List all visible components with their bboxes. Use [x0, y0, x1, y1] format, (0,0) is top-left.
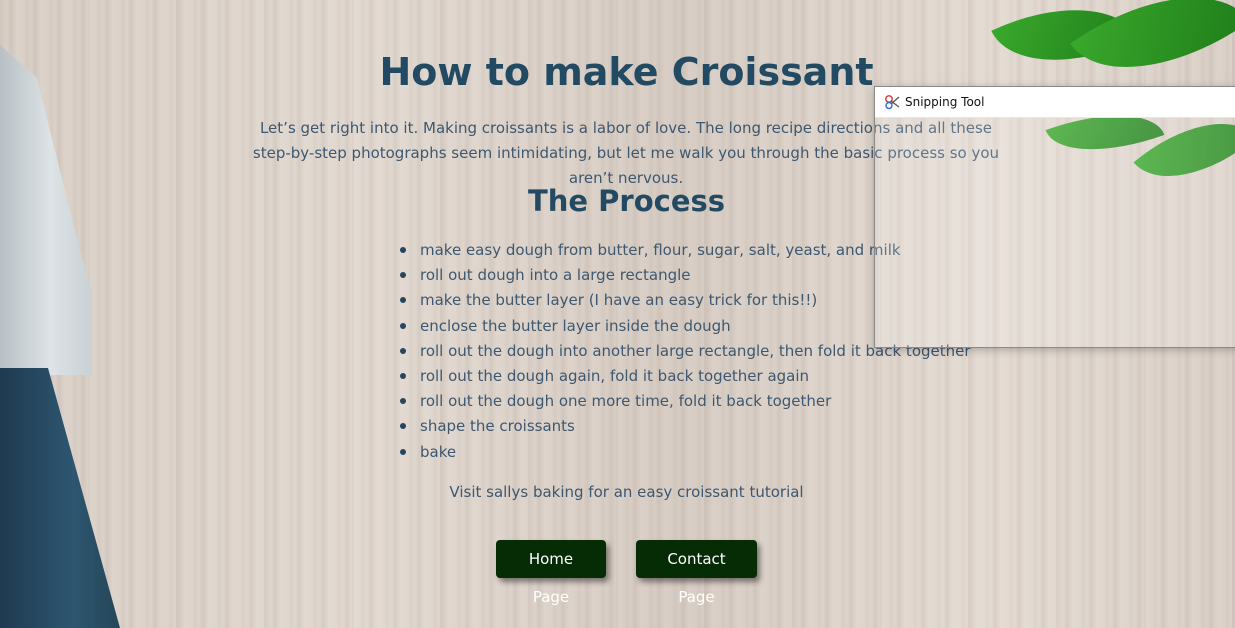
snipping-tool-window[interactable]: Snipping Tool — [874, 86, 1235, 348]
step-text: make the butter layer (I have an easy tr… — [420, 291, 818, 310]
step-text: roll out dough into a large rectangle — [420, 266, 691, 285]
bullet-icon — [400, 297, 406, 304]
scissors-icon — [884, 94, 900, 110]
list-item: roll out the dough again, fold it back t… — [400, 364, 971, 389]
snipping-tool-titlebar[interactable]: Snipping Tool — [875, 87, 1235, 118]
snipping-tool-capture-area[interactable] — [875, 118, 1235, 347]
list-item: shape the croissants — [400, 414, 971, 439]
step-text: enclose the butter layer inside the doug… — [420, 316, 731, 335]
bullet-icon — [400, 398, 406, 405]
list-item: bake — [400, 440, 971, 465]
bullet-icon — [400, 347, 406, 354]
bullet-icon — [400, 373, 406, 380]
bullet-icon — [400, 423, 406, 430]
contact-page-button[interactable]: Contact Page — [636, 540, 757, 606]
home-page-button[interactable]: Home Page — [496, 540, 606, 606]
list-item: roll out the dough one more time, fold i… — [400, 389, 971, 414]
bullet-icon — [400, 448, 406, 455]
step-text: shape the croissants — [420, 417, 575, 436]
step-text: roll out the dough again, fold it back t… — [420, 367, 810, 386]
bullet-icon — [400, 322, 406, 329]
step-text: bake — [420, 442, 457, 461]
step-text: roll out the dough one more time, fold i… — [420, 392, 832, 411]
step-text: make easy dough from butter, flour, suga… — [420, 241, 901, 259]
bullet-icon — [400, 247, 406, 253]
bullet-icon — [400, 272, 406, 279]
visit-text: Visit sallys baking for an easy croissan… — [449, 483, 804, 501]
snipping-tool-title: Snipping Tool — [905, 95, 985, 109]
